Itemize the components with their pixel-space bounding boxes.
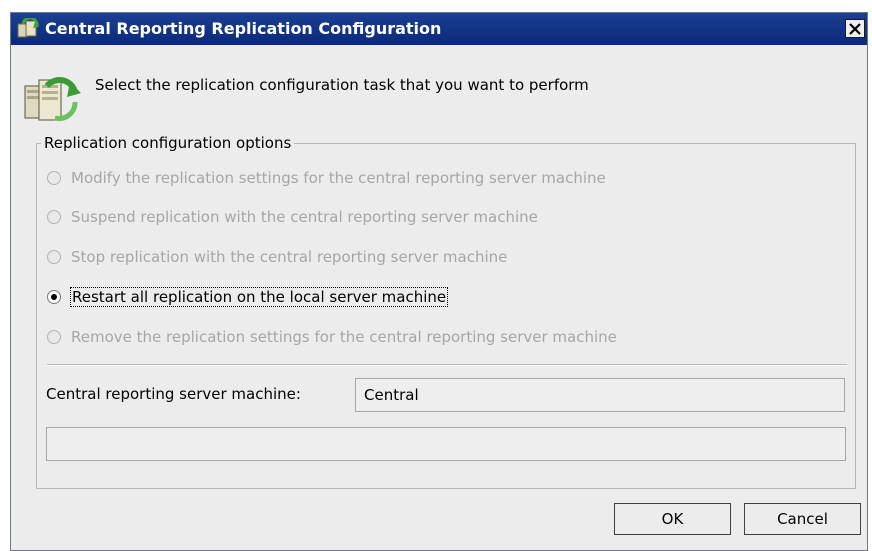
status-field — [46, 427, 846, 461]
option-label: Stop replication with the central report… — [71, 248, 508, 266]
option-label: Suspend replication with the central rep… — [71, 208, 538, 226]
cancel-button[interactable]: Cancel — [744, 503, 861, 535]
option-label: Modify the replication settings for the … — [71, 169, 606, 187]
close-icon — [849, 22, 861, 35]
option-suspend-replication[interactable]: Suspend replication with the central rep… — [47, 205, 539, 229]
option-restart-replication[interactable]: Restart all replication on the local ser… — [47, 285, 449, 309]
option-label: Remove the replication settings for the … — [71, 328, 617, 346]
server-machine-field[interactable]: Central — [355, 378, 845, 412]
dialog-window: Central Reporting Replication Configurat… — [10, 12, 868, 551]
radio-button[interactable] — [47, 210, 61, 224]
servers-replication-icon — [24, 77, 81, 121]
server-machine-label: Central reporting server machine: — [46, 385, 301, 403]
replication-app-icon — [17, 18, 39, 38]
radio-button[interactable] — [47, 250, 61, 264]
separator — [47, 364, 847, 366]
close-button[interactable] — [845, 19, 865, 38]
option-modify-settings[interactable]: Modify the replication settings for the … — [47, 166, 607, 190]
title-bar[interactable]: Central Reporting Replication Configurat… — [11, 13, 867, 45]
option-remove-settings[interactable]: Remove the replication settings for the … — [47, 325, 618, 349]
group-legend: Replication configuration options — [41, 134, 295, 152]
radio-button-selected[interactable] — [47, 290, 61, 304]
radio-button[interactable] — [47, 330, 61, 344]
radio-dot — [51, 294, 57, 300]
radio-button[interactable] — [47, 171, 61, 185]
option-stop-replication[interactable]: Stop replication with the central report… — [47, 245, 508, 269]
instruction-text: Select the replication configuration tas… — [95, 76, 589, 94]
ok-button[interactable]: OK — [614, 503, 731, 535]
option-label: Restart all replication on the local ser… — [70, 287, 449, 307]
window-title: Central Reporting Replication Configurat… — [45, 19, 442, 38]
